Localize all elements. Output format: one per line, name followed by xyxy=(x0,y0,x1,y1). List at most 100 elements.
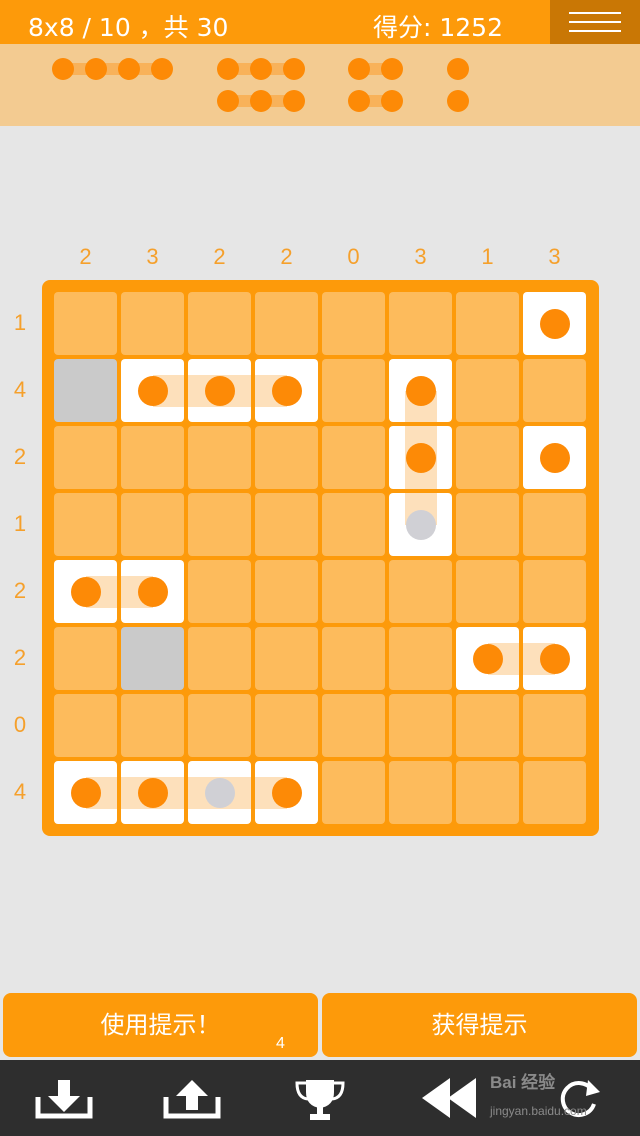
upload-button[interactable] xyxy=(156,1060,228,1136)
board-cell-ship[interactable] xyxy=(456,627,519,690)
ship-segment-dot xyxy=(272,778,302,808)
ship-segment-dot xyxy=(85,58,107,80)
board-cell-empty[interactable] xyxy=(322,560,385,623)
board-cell-empty[interactable] xyxy=(389,292,452,355)
board-cell-empty[interactable] xyxy=(121,694,184,757)
board-cell-empty[interactable] xyxy=(456,694,519,757)
board-cell-water[interactable] xyxy=(121,627,184,690)
board-cell-empty[interactable] xyxy=(255,694,318,757)
board-cell-ship[interactable] xyxy=(523,292,586,355)
board-cell-empty[interactable] xyxy=(389,694,452,757)
board-cell-ship[interactable] xyxy=(54,560,117,623)
board-cell-empty[interactable] xyxy=(456,560,519,623)
ship-segment-dot xyxy=(138,577,168,607)
ship-segment-dot xyxy=(118,58,140,80)
rewind-button[interactable] xyxy=(414,1060,484,1136)
board-cell-empty[interactable] xyxy=(322,627,385,690)
board-cell-empty[interactable] xyxy=(121,426,184,489)
board-cell-empty[interactable] xyxy=(322,761,385,824)
board-cell-empty[interactable] xyxy=(255,627,318,690)
remaining-ship-3 xyxy=(217,58,305,80)
board-cell-empty[interactable] xyxy=(121,292,184,355)
board-cell-ship[interactable] xyxy=(121,359,184,422)
ship-segment-dot xyxy=(71,778,101,808)
row-count: 0 xyxy=(13,712,27,737)
board-cell-empty[interactable] xyxy=(456,292,519,355)
board-cell-empty[interactable] xyxy=(188,694,251,757)
board-cell-ship[interactable] xyxy=(188,359,251,422)
board-cell-empty[interactable] xyxy=(188,426,251,489)
board-cell-empty[interactable] xyxy=(389,560,452,623)
board-cell-empty[interactable] xyxy=(188,560,251,623)
board-cell-empty[interactable] xyxy=(456,761,519,824)
menu-button[interactable] xyxy=(550,0,640,44)
board-cell-empty[interactable] xyxy=(54,426,117,489)
ship-segment-dot xyxy=(540,644,570,674)
board-cell-ship[interactable] xyxy=(188,761,251,824)
ship-segment-dot xyxy=(217,58,239,80)
board-cell-ship[interactable] xyxy=(523,627,586,690)
board-cell-empty[interactable] xyxy=(54,292,117,355)
row-count: 1 xyxy=(13,511,27,536)
board-cell-empty[interactable] xyxy=(523,560,586,623)
board-cell-empty[interactable] xyxy=(523,694,586,757)
board-cell-ship[interactable] xyxy=(389,426,452,489)
board-cell-empty[interactable] xyxy=(322,493,385,556)
remaining-ship-2 xyxy=(348,58,403,80)
board-cell-empty[interactable] xyxy=(322,292,385,355)
board-cell-empty[interactable] xyxy=(255,426,318,489)
board-cell-empty[interactable] xyxy=(456,359,519,422)
board-cell-empty[interactable] xyxy=(255,493,318,556)
trophy-icon xyxy=(295,1080,345,1120)
board-cell-water[interactable] xyxy=(54,359,117,422)
board-cell-ship[interactable] xyxy=(121,560,184,623)
board-cell-empty[interactable] xyxy=(523,761,586,824)
remaining-ship-1 xyxy=(447,58,469,80)
board-cell-empty[interactable] xyxy=(322,426,385,489)
ship-segment-dot xyxy=(138,376,168,406)
board-cell-ship[interactable] xyxy=(54,761,117,824)
board-cell-empty[interactable] xyxy=(322,694,385,757)
leaderboard-button[interactable] xyxy=(286,1060,354,1136)
board-cell-empty[interactable] xyxy=(456,493,519,556)
ship-segment-dot xyxy=(406,376,436,406)
board-cell-empty[interactable] xyxy=(456,426,519,489)
board-cell-empty[interactable] xyxy=(188,493,251,556)
use-hint-label: 使用提示！ xyxy=(100,1011,221,1039)
download-button[interactable] xyxy=(28,1060,100,1136)
row-count: 2 xyxy=(13,444,27,469)
board-cell-empty[interactable] xyxy=(188,292,251,355)
board-cell-empty[interactable] xyxy=(322,359,385,422)
use-hint-button[interactable]: 使用提示！ xyxy=(3,993,318,1057)
upload-icon xyxy=(163,1080,221,1119)
board-cell-empty[interactable] xyxy=(523,493,586,556)
board-cell-ship[interactable] xyxy=(255,761,318,824)
download-icon xyxy=(35,1080,93,1119)
get-hint-button[interactable]: 获得提示 xyxy=(322,993,637,1057)
column-count: 0 xyxy=(347,244,360,269)
board-cell-empty[interactable] xyxy=(54,627,117,690)
ship-segment-dot xyxy=(406,443,436,473)
column-count: 1 xyxy=(481,244,494,269)
board-cell-empty[interactable] xyxy=(54,694,117,757)
board-cell-empty[interactable] xyxy=(188,627,251,690)
board-cell-empty[interactable] xyxy=(523,359,586,422)
board-cell-empty[interactable] xyxy=(54,493,117,556)
board-cell-empty[interactable] xyxy=(255,560,318,623)
board-cell-ship[interactable] xyxy=(523,426,586,489)
ships-panel xyxy=(0,44,640,126)
column-count: 2 xyxy=(79,244,92,269)
board-cell-empty[interactable] xyxy=(389,761,452,824)
board-cell-ship[interactable] xyxy=(389,359,452,422)
board-cell-ship[interactable] xyxy=(389,493,452,556)
replay-icon xyxy=(560,1080,600,1118)
board-cell-empty[interactable] xyxy=(255,292,318,355)
board-cell-ship[interactable] xyxy=(255,359,318,422)
ship-segment-dot xyxy=(52,58,74,80)
ship-segment-dot xyxy=(250,58,272,80)
replay-button[interactable] xyxy=(548,1060,608,1136)
board-cell-empty[interactable] xyxy=(121,493,184,556)
board-cell-empty[interactable] xyxy=(389,627,452,690)
board-cell-ship[interactable] xyxy=(121,761,184,824)
column-count: 3 xyxy=(146,244,159,269)
